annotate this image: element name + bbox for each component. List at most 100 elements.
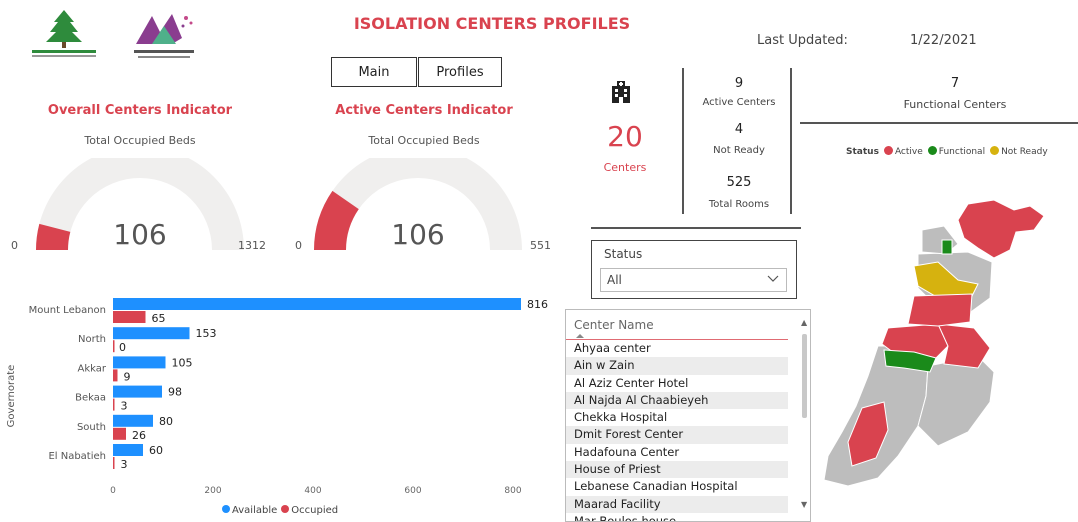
bar-label-available: 105 bbox=[172, 356, 193, 369]
legend-not-ready: Not Ready bbox=[990, 146, 1048, 157]
status-dropdown[interactable]: All bbox=[600, 268, 787, 292]
bar-label-occupied: 9 bbox=[124, 370, 131, 383]
status-dropdown-value: All bbox=[607, 273, 622, 287]
bar-label-occupied: 3 bbox=[121, 400, 128, 413]
status-legend: Status Active Functional Not Ready bbox=[846, 146, 1048, 157]
bar-label-available: 80 bbox=[159, 415, 173, 428]
category-label: El Nabatieh bbox=[48, 451, 106, 462]
bar-occupied bbox=[113, 369, 118, 382]
list-item[interactable]: Maarad Facility bbox=[566, 495, 788, 513]
status-slicer-label: Status bbox=[604, 247, 643, 261]
legend-available-dot bbox=[222, 505, 230, 513]
category-label: Bekaa bbox=[75, 393, 106, 404]
list-item[interactable]: Dmit Forest Center bbox=[566, 426, 788, 444]
last-updated-label: Last Updated: bbox=[757, 33, 848, 48]
active-centers-label: Active Centers bbox=[702, 97, 776, 108]
category-label: South bbox=[77, 422, 106, 433]
overall-gauge-max: 1312 bbox=[238, 239, 266, 252]
center-name-header-label: Center Name bbox=[574, 318, 654, 332]
legend-not-ready-dot bbox=[990, 146, 1000, 155]
legend-functional-dot bbox=[927, 146, 937, 155]
overall-gauge: 106 bbox=[36, 158, 244, 251]
map-region-akkar bbox=[957, 199, 1045, 259]
list-item[interactable]: Lebanese Canadian Hospital bbox=[566, 478, 788, 495]
x-tick-label: 200 bbox=[204, 486, 221, 496]
centers-count: 20 bbox=[607, 120, 643, 153]
lebanon-status-map bbox=[823, 199, 1045, 487]
list-item[interactable]: Chekka Hospital bbox=[566, 409, 788, 426]
bar-occupied bbox=[113, 427, 126, 440]
drm-unit-logo bbox=[28, 6, 100, 62]
list-scrollbar[interactable]: ▲ ▼ bbox=[798, 310, 810, 521]
functional-divider bbox=[800, 122, 1078, 124]
centers-label: Centers bbox=[603, 161, 647, 174]
main-nav-button[interactable]: Main bbox=[331, 57, 417, 87]
active-centers-count: 9 bbox=[734, 76, 744, 91]
status-legend-title: Status bbox=[846, 146, 879, 157]
overall-gauge-title: Overall Centers Indicator bbox=[47, 103, 233, 118]
bar-occupied bbox=[113, 340, 115, 353]
center-name-list: Ahyaa center Ain w Zain Al Aziz Center H… bbox=[566, 340, 788, 521]
legend-occupied-dot bbox=[281, 505, 290, 513]
not-ready-label: Not Ready bbox=[713, 145, 765, 156]
x-tick-label: 0 bbox=[110, 486, 116, 496]
bar-label-occupied: 0 bbox=[119, 341, 126, 354]
active-gauge-value: 106 bbox=[391, 218, 444, 251]
category-label: Mount Lebanon bbox=[29, 305, 106, 316]
bar-label-available: 60 bbox=[149, 444, 163, 457]
center-name-header[interactable]: Center Name bbox=[566, 310, 788, 340]
active-gauge: 106 bbox=[314, 158, 522, 251]
profiles-nav-button[interactable]: Profiles bbox=[418, 57, 502, 87]
legend-active-dot bbox=[883, 146, 893, 155]
governorate-bar-chart: Governorate Mount Lebanon 816 65 North 153 0 A… bbox=[6, 298, 548, 496]
map-region-north-lower bbox=[907, 293, 973, 327]
legend-functional: Functional bbox=[927, 146, 985, 157]
list-item[interactable]: Hadafouna Center bbox=[566, 444, 788, 461]
list-item[interactable]: Al Najda Al Chaabieyeh bbox=[566, 391, 788, 410]
bar-occupied bbox=[113, 398, 115, 411]
not-ready-count: 4 bbox=[734, 122, 744, 137]
x-tick-label: 600 bbox=[404, 486, 421, 496]
total-rooms-label: Total Rooms bbox=[708, 199, 770, 210]
sort-ascending-icon bbox=[576, 334, 584, 338]
kpi-divider-bottom bbox=[591, 227, 801, 229]
map-region-north-coast bbox=[941, 239, 953, 255]
status-slicer: Status All bbox=[591, 240, 797, 299]
list-item[interactable]: House of Priest bbox=[566, 461, 788, 479]
hospital-building-icon bbox=[612, 81, 630, 103]
list-item[interactable]: Ain w Zain bbox=[566, 357, 788, 375]
category-label: North bbox=[78, 334, 106, 345]
bar-occupied bbox=[113, 311, 146, 323]
y-axis-label: Governorate bbox=[6, 365, 17, 428]
bar-available bbox=[113, 298, 521, 310]
map-region-north-gray bbox=[921, 225, 959, 255]
overall-gauge-value: 106 bbox=[113, 218, 166, 251]
page-title: ISOLATION CENTERS PROFILES bbox=[353, 14, 631, 33]
legend-available: Available bbox=[222, 505, 277, 516]
bar-available bbox=[113, 327, 190, 340]
active-gauge-title: Active Centers Indicator bbox=[335, 103, 513, 118]
active-gauge-max: 551 bbox=[530, 239, 551, 252]
total-rooms-count: 525 bbox=[726, 175, 752, 190]
list-item[interactable]: Al Aziz Center Hotel bbox=[566, 375, 788, 392]
bar-available bbox=[113, 385, 162, 398]
bar-available bbox=[113, 414, 153, 427]
bar-available bbox=[113, 356, 166, 369]
bar-label-available: 98 bbox=[168, 386, 182, 399]
scroll-thumb[interactable] bbox=[802, 334, 807, 418]
overall-gauge-subtitle: Total Occupied Beds bbox=[84, 134, 196, 147]
bar-label-occupied: 65 bbox=[152, 312, 166, 325]
covid-committee-logo bbox=[128, 8, 204, 64]
category-label: Akkar bbox=[78, 363, 107, 374]
scroll-up-icon[interactable]: ▲ bbox=[801, 318, 807, 327]
bar-occupied bbox=[113, 457, 115, 469]
chart-legend: Available Occupied bbox=[222, 505, 338, 516]
overall-gauge-min: 0 bbox=[11, 239, 18, 252]
bar-available bbox=[113, 444, 143, 456]
x-tick-label: 400 bbox=[304, 486, 321, 496]
list-item[interactable]: Mar Boulos house bbox=[566, 513, 788, 521]
chevron-down-icon bbox=[767, 275, 779, 282]
scroll-down-icon[interactable]: ▼ bbox=[801, 500, 807, 509]
functional-centers-count: 7 bbox=[950, 76, 960, 91]
list-item[interactable]: Ahyaa center bbox=[566, 340, 788, 357]
